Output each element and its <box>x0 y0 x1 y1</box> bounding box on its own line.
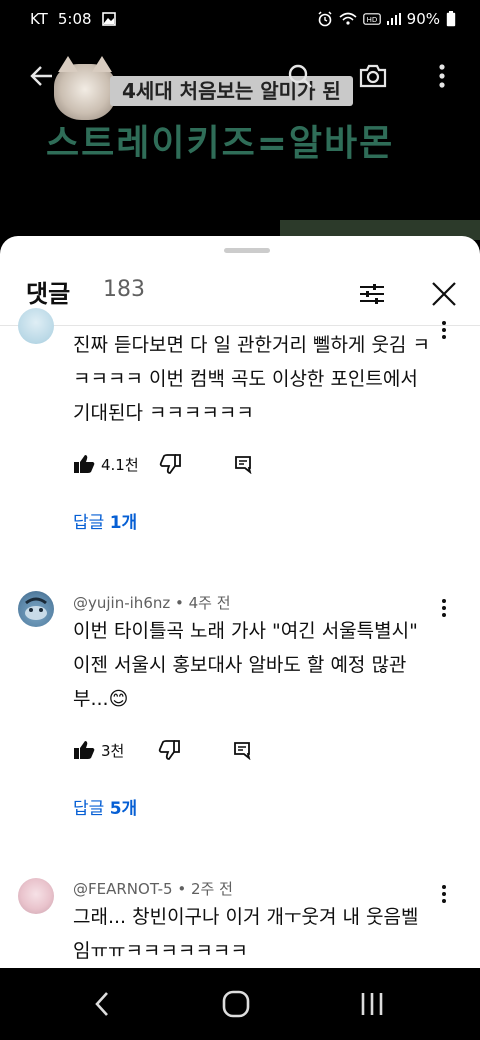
comment-text: 진짜 듣다보면 다 일 관한거리 뻴하게 웃김 ㅋㅋㅋㅋㅋ 이번 컴백 곡도 이… <box>73 334 430 424</box>
back-button[interactable] <box>24 58 60 94</box>
comment-meta: @FEARNOT-5 • 2주 전 <box>73 878 233 899</box>
comment-reply-icon <box>234 742 251 760</box>
nav-back-button[interactable] <box>82 988 122 1020</box>
cast-button[interactable] <box>355 58 391 94</box>
view-replies-link[interactable]: 답글 5개 <box>73 794 137 819</box>
reply-button[interactable] <box>232 740 252 760</box>
comment-text: 그래... 창빈이구나 이거 개ㅜ웃겨 내 웃음벨임ㅠㅠㅋㅋㅋㅋㅋㅋㅋ <box>73 906 419 962</box>
battery-icon <box>446 11 456 27</box>
more-options-button[interactable] <box>424 58 460 94</box>
thumbs-up-icon <box>74 455 95 473</box>
comment-text: 이번 타이틀곡 노래 가사 "여긴 서울특별시" 이젠 서울시 홍보대사 알바도… <box>73 620 418 710</box>
close-button[interactable] <box>426 276 462 312</box>
comment-more-button[interactable] <box>434 596 454 620</box>
video-player[interactable]: 4세대 처음보는 알미가 된 스트레이키즈=알바몬 <box>0 40 480 240</box>
search-icon <box>288 64 312 88</box>
alarm-icon <box>318 11 332 27</box>
comment-actions: 3천 <box>73 736 252 764</box>
image-notification-icon <box>101 12 116 26</box>
system-nav-bar <box>0 968 480 1040</box>
like-button[interactable]: 4.1천 <box>73 454 139 475</box>
replies-count: 1개 <box>109 513 138 533</box>
more-vertical-icon <box>442 885 446 903</box>
thumbs-up-icon <box>74 741 95 759</box>
dislike-button[interactable] <box>159 454 181 474</box>
comments-sheet: 댓글 183 진짜 듣다보면 다 일 관한거리 뻴하게 웃김 ㅋㅋㅋㅋㅋ 이번 … <box>0 236 480 968</box>
view-replies-link[interactable]: 답글 1개 <box>73 508 137 533</box>
like-count: 3천 <box>101 741 125 760</box>
like-count: 4.1천 <box>101 455 139 474</box>
comment-item: 진짜 듣다보면 다 일 관한거리 뻴하게 웃김 ㅋㅋㅋㅋㅋ 이번 컴백 곡도 이… <box>0 308 480 556</box>
comment-item: @FEARNOT-5 • 2주 전 그래... 창빈이구나 이거 개ㅜ웃겨 내 … <box>0 876 480 968</box>
comment-author[interactable]: @yujin-ih6nz <box>73 594 170 612</box>
nav-recents-button[interactable] <box>352 988 392 1020</box>
comments-header: 댓글 183 <box>0 264 480 324</box>
more-vertical-icon <box>439 64 445 88</box>
cat-image <box>54 56 116 120</box>
signal-icon <box>386 13 401 25</box>
camera-icon <box>359 64 387 88</box>
bird-avatar-icon <box>25 597 47 620</box>
comment-reply-icon <box>234 456 252 474</box>
more-vertical-icon <box>442 321 446 339</box>
clock: 5:08 <box>57 10 92 28</box>
sort-filter-button[interactable] <box>356 278 388 310</box>
commenter-avatar[interactable] <box>18 878 54 914</box>
filter-icon <box>360 284 384 304</box>
chevron-left-icon <box>95 992 108 1016</box>
search-button[interactable] <box>282 58 318 94</box>
reply-button[interactable] <box>233 454 253 474</box>
meta-separator: • <box>172 880 191 898</box>
comment-actions: 4.1천 <box>73 450 253 478</box>
replies-prefix: 답글 <box>73 513 110 533</box>
close-icon <box>432 282 456 306</box>
comment-time: 2주 전 <box>190 880 233 898</box>
carrier-label: KT <box>30 10 48 28</box>
drag-handle[interactable] <box>224 248 270 253</box>
comment-author[interactable]: @FEARNOT-5 <box>73 880 173 898</box>
thumbs-down-icon <box>159 454 181 474</box>
thumbs-down-icon <box>159 740 181 760</box>
recent-apps-icon <box>361 993 383 1015</box>
svg-text:HD: HD <box>366 16 377 24</box>
replies-count: 5개 <box>109 799 138 819</box>
arrow-left-icon <box>30 66 52 86</box>
comment-item: @yujin-ih6nz • 4주 전 이번 타이틀곡 노래 가사 "여긴 서울… <box>0 588 480 838</box>
video-headline: 스트레이키즈=알바몬 <box>46 123 395 164</box>
commenter-avatar[interactable] <box>18 308 54 344</box>
commenter-avatar[interactable] <box>18 591 54 627</box>
comment-more-button[interactable] <box>434 318 454 342</box>
meta-separator: • <box>170 594 189 612</box>
more-vertical-icon <box>442 599 446 617</box>
dislike-button[interactable] <box>158 740 181 760</box>
status-bar: KT 5:08 HD 90% <box>0 0 480 40</box>
replies-prefix: 답글 <box>73 799 110 819</box>
battery-percent: 90% <box>406 10 440 28</box>
comment-meta: @yujin-ih6nz • 4주 전 <box>73 592 231 613</box>
hd-voice-icon: HD <box>362 13 381 25</box>
wifi-icon <box>339 12 357 25</box>
like-button[interactable]: 3천 <box>73 740 124 761</box>
comment-more-button[interactable] <box>434 882 454 906</box>
comments-count: 183 <box>103 277 145 302</box>
comments-title: 댓글 <box>26 280 71 308</box>
nav-home-button[interactable] <box>216 988 256 1020</box>
comment-time: 4주 전 <box>188 594 231 612</box>
home-icon <box>222 990 250 1018</box>
